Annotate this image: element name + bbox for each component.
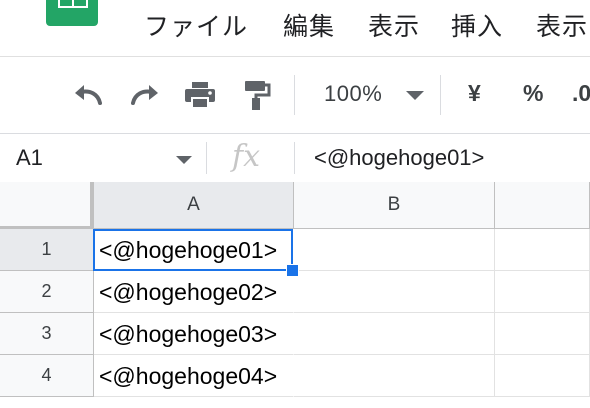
cell-b4[interactable] [294, 355, 495, 397]
cell-b3[interactable] [294, 313, 495, 355]
toolbar-divider [294, 75, 295, 115]
formula-bar: A1 fx <@hogehoge01> [0, 133, 590, 183]
format-currency-button[interactable]: ¥ [468, 79, 481, 107]
cell-c2[interactable] [495, 271, 590, 313]
print-icon[interactable] [182, 79, 218, 111]
row-header-4[interactable]: 4 [0, 355, 94, 397]
menu-edit[interactable]: 編集 [283, 12, 335, 42]
cell-b2[interactable] [294, 271, 495, 313]
redo-icon[interactable] [127, 79, 163, 111]
column-header-b[interactable]: B [294, 182, 495, 229]
menu-format[interactable]: 表示 [536, 12, 588, 42]
menu-file[interactable]: ファイル [144, 12, 248, 42]
chevron-down-icon[interactable] [176, 156, 192, 164]
menu-insert[interactable]: 挿入 [451, 12, 503, 42]
cell-a1-text: <@hogehoge01> [99, 237, 278, 263]
cell-a2[interactable]: <@hogehoge02> [94, 271, 294, 313]
chevron-down-icon[interactable] [406, 91, 424, 100]
row-header-2[interactable]: 2 [0, 271, 94, 313]
fx-icon: fx [232, 139, 261, 174]
row-header-3[interactable]: 3 [0, 313, 94, 355]
cell-a4[interactable]: <@hogehoge04> [94, 355, 294, 397]
zoom-select[interactable]: 100% [324, 81, 382, 107]
toolbar: 100% ¥ % .0 [0, 56, 590, 133]
toolbar-divider [440, 75, 441, 115]
fill-handle[interactable] [286, 264, 299, 277]
decrease-decimal-button[interactable]: .0 [572, 79, 590, 107]
spreadsheet-grid: A B 1 2 3 4 <@hogehoge01> <@hogehoge02> … [0, 182, 590, 408]
formula-divider [294, 142, 295, 174]
formula-input[interactable]: <@hogehoge01> [314, 145, 484, 171]
cell-c1[interactable] [495, 229, 590, 271]
cell-a3-text: <@hogehoge03> [99, 321, 278, 347]
select-all-corner[interactable] [0, 182, 94, 230]
cell-b1[interactable] [294, 229, 495, 271]
menu-bar: ファイル 編集 表示 挿入 表示 [0, 0, 590, 56]
paint-format-icon[interactable] [238, 79, 274, 111]
menu-view[interactable]: 表示 [368, 12, 420, 42]
cell-a3[interactable]: <@hogehoge03> [94, 313, 294, 355]
undo-icon[interactable] [70, 79, 106, 111]
sheets-logo-icon[interactable] [46, 0, 98, 26]
column-header-c[interactable] [495, 182, 590, 229]
column-header-a[interactable]: A [94, 182, 294, 229]
cell-a1[interactable]: <@hogehoge01> [94, 229, 294, 271]
format-percent-button[interactable]: % [523, 79, 543, 107]
name-box[interactable]: A1 [16, 145, 43, 171]
cell-c3[interactable] [495, 313, 590, 355]
cell-c4[interactable] [495, 355, 590, 397]
cell-a4-text: <@hogehoge04> [99, 363, 278, 389]
row-header-1[interactable]: 1 [0, 229, 94, 271]
formula-divider [206, 142, 207, 174]
cell-a2-text: <@hogehoge02> [99, 279, 278, 305]
